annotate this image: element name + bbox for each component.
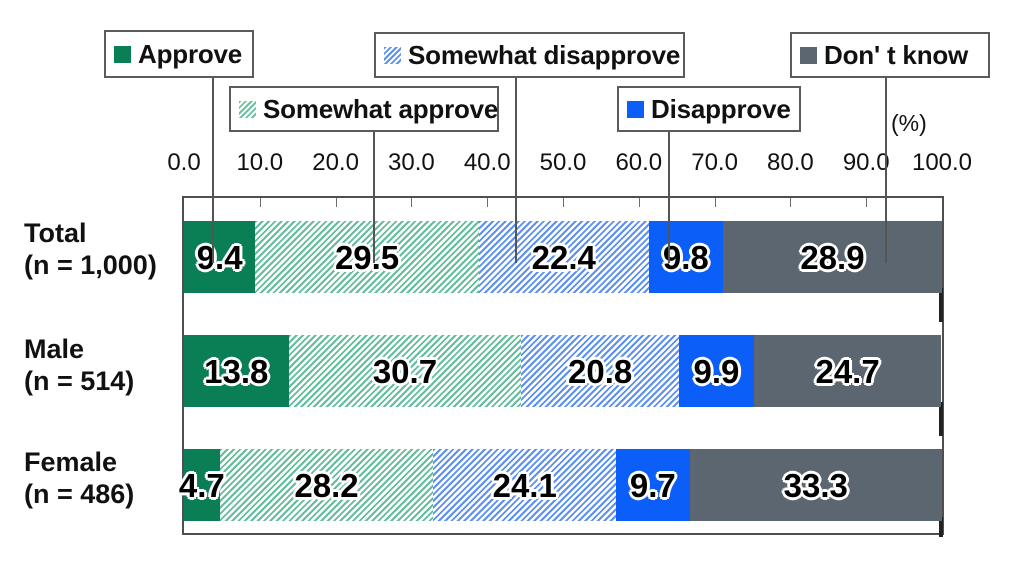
row-label-female-line1: Female bbox=[24, 447, 118, 477]
x-axis-tick-50: 50.0 bbox=[539, 149, 587, 176]
x-axis-tick-30: 30.0 bbox=[388, 149, 435, 176]
x-axis-tick-80: 80.0 bbox=[767, 149, 814, 176]
bar-value-female-somewhat-approve: 28.2 bbox=[294, 466, 359, 504]
leader-line-dont-know bbox=[885, 78, 887, 263]
x-axis-tick-70: 70.0 bbox=[691, 149, 738, 176]
row-label-total: Total (n = 1,000) bbox=[24, 218, 184, 282]
bar-value-total-somewhat-approve: 29.5 bbox=[334, 238, 400, 276]
dont-know-swatch-icon bbox=[800, 46, 817, 64]
bar-segment-male-somewhat-disapprove[interactable]: 20.8 bbox=[521, 335, 679, 407]
plot-top-tick-50 bbox=[563, 198, 564, 207]
bar-row-male: 13.8 30.7 20.8 9.9 24.7 bbox=[184, 335, 942, 407]
plot-top-tick-20 bbox=[335, 198, 337, 207]
bar-value-total-somewhat-disapprove: 22.4 bbox=[531, 238, 596, 276]
x-axis-tick-10: 10.0 bbox=[236, 149, 284, 176]
leader-line-somewhat-approve bbox=[373, 126, 375, 263]
x-axis-tick-60: 60.0 bbox=[615, 149, 663, 176]
bar-segment-female-somewhat-disapprove[interactable]: 24.1 bbox=[433, 449, 617, 521]
bar-row-total: 9.4 29.5 22.4 9.8 28.9 bbox=[184, 221, 942, 293]
row-label-female: Female (n = 486) bbox=[24, 447, 184, 511]
bar-value-male-approve: 13.8 bbox=[204, 352, 269, 390]
bar-value-male-somewhat-disapprove: 20.8 bbox=[568, 352, 633, 390]
row-label-total-line2: (n = 1,000) bbox=[24, 249, 157, 280]
approve-swatch-icon bbox=[114, 45, 131, 63]
bar-segment-total-disapprove[interactable]: 9.8 bbox=[648, 221, 723, 293]
bar-value-total-approve: 9.4 bbox=[196, 238, 243, 276]
bar-segment-female-dont-know[interactable]: 33.3 bbox=[689, 449, 942, 521]
bar-segment-male-approve[interactable]: 13.8 bbox=[184, 335, 289, 407]
row-label-total-line1: Total bbox=[24, 218, 87, 248]
somewhat-disapprove-swatch-icon bbox=[384, 46, 401, 64]
plot-top-tick-80 bbox=[790, 198, 792, 207]
somewhat-approve-swatch-icon bbox=[239, 100, 256, 118]
chart-canvas: Approve Somewhat approve Somewhat disapp… bbox=[0, 0, 1024, 567]
bar-value-female-somewhat-disapprove: 24.1 bbox=[492, 466, 557, 504]
row-label-male-line1: Male bbox=[24, 334, 85, 364]
bar-segment-total-approve[interactable]: 9.4 bbox=[184, 221, 256, 293]
axis-unit-label: (%) bbox=[891, 110, 927, 136]
bar-row-female: 4.7 28.2 24.1 9.7 33.3 bbox=[179, 449, 942, 521]
bar-value-male-somewhat-approve: 30.7 bbox=[372, 352, 438, 390]
bar-segment-female-disapprove[interactable]: 9.7 bbox=[616, 449, 690, 521]
x-axis-tick-0: 0.0 bbox=[167, 149, 201, 176]
bar-segment-total-somewhat-approve[interactable]: 29.5 bbox=[255, 221, 479, 293]
legend-item-approve[interactable]: Approve bbox=[104, 30, 254, 78]
x-axis-tick-20: 20.0 bbox=[312, 149, 359, 176]
leader-line-disapprove bbox=[668, 126, 670, 263]
disapprove-swatch-icon bbox=[627, 100, 644, 118]
x-axis-tick-100: 100.0 bbox=[911, 149, 973, 176]
bar-segment-total-somewhat-disapprove[interactable]: 22.4 bbox=[478, 221, 649, 293]
legend-label-somewhat-disapprove: Somewhat disapprove bbox=[408, 40, 681, 70]
legend-label-approve: Approve bbox=[138, 39, 243, 69]
row-label-male-line2: (n = 514) bbox=[24, 365, 135, 396]
x-axis-tick-90: 90.0 bbox=[842, 149, 890, 176]
legend-label-dont-know: Don' t know bbox=[824, 40, 969, 70]
plot-right-tick-0 bbox=[939, 288, 943, 322]
legend-item-disapprove[interactable]: Disapprove bbox=[617, 86, 801, 132]
bar-value-female-dont-know: 33.3 bbox=[783, 466, 848, 504]
bar-value-female-approve: 4.7 bbox=[178, 466, 225, 504]
x-axis-tick-40: 40.0 bbox=[463, 149, 511, 176]
bar-segment-female-somewhat-approve[interactable]: 28.2 bbox=[219, 449, 434, 521]
row-label-female-line2: (n = 486) bbox=[24, 478, 135, 509]
bar-segment-male-dont-know[interactable]: 24.7 bbox=[753, 335, 942, 407]
legend-item-dont-know[interactable]: Don' t know bbox=[790, 32, 990, 78]
plot-top-tick-70 bbox=[714, 198, 716, 207]
row-label-male: Male (n = 514) bbox=[24, 334, 184, 398]
plot-top-tick-60 bbox=[638, 198, 640, 207]
x-axis-tick-labels: 0.0 10.0 20.0 30.0 40.0 50.0 60.0 70.0 80.0 90.0 1… bbox=[167, 148, 972, 178]
legend-item-somewhat-approve[interactable]: Somewhat approve bbox=[229, 86, 499, 132]
plot-right-tick-1 bbox=[939, 402, 943, 436]
bar-segment-male-somewhat-approve[interactable]: 30.7 bbox=[288, 335, 522, 407]
bar-value-male-disapprove: 9.9 bbox=[693, 352, 740, 390]
leader-line-approve bbox=[212, 78, 214, 263]
bar-value-male-dont-know: 24.7 bbox=[815, 352, 880, 390]
plot-top-tick-10 bbox=[259, 198, 261, 207]
bar-value-total-dont-know: 28.9 bbox=[800, 238, 865, 276]
plot-top-tick-40 bbox=[487, 198, 489, 207]
legend-label-disapprove: Disapprove bbox=[651, 94, 791, 124]
leader-line-somewhat-disapprove bbox=[515, 78, 517, 263]
bar-segment-total-dont-know[interactable]: 28.9 bbox=[722, 221, 942, 293]
plot-top-tick-90 bbox=[866, 198, 868, 207]
bar-value-female-disapprove: 9.7 bbox=[629, 466, 676, 504]
plot-top-tick-30 bbox=[411, 198, 413, 207]
legend-item-somewhat-disapprove[interactable]: Somewhat disapprove bbox=[374, 32, 685, 78]
bar-segment-male-disapprove[interactable]: 9.9 bbox=[678, 335, 754, 407]
legend-label-somewhat-approve: Somewhat approve bbox=[263, 94, 499, 124]
bar-segment-female-approve[interactable]: 4.7 bbox=[179, 449, 225, 521]
